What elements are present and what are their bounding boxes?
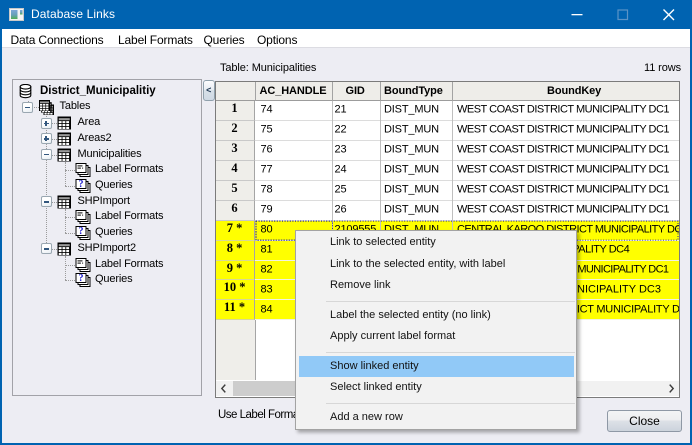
svg-text:?: ?	[78, 226, 83, 237]
svg-text:?: ?	[78, 273, 83, 284]
svg-text:?: ?	[78, 179, 83, 190]
